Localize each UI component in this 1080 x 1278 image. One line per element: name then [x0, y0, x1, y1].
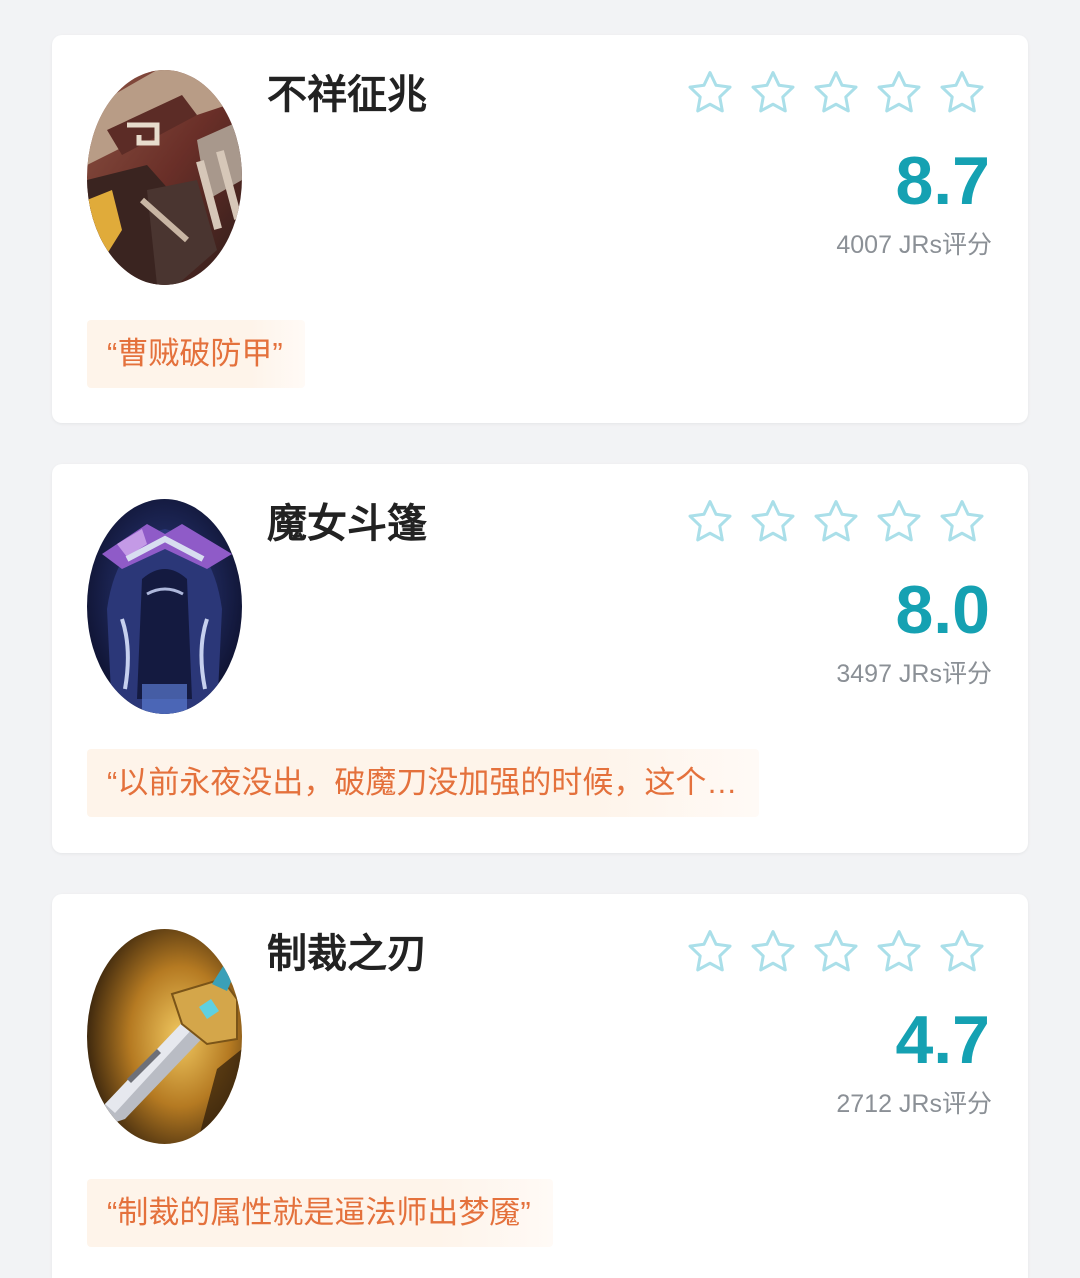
- item-card[interactable]: 魔女斗篷 8.0 3497 JRs评分 “以前永夜没出，破魔刀没加强的时候，这个…: [52, 464, 1028, 853]
- item-score: 4.7: [895, 1002, 990, 1078]
- rating-count: 4007 JRs评分: [836, 231, 992, 259]
- star-icon[interactable]: [936, 927, 988, 977]
- item-rating-list: 不祥征兆 8.7 4007 JRs评分 “曹贼破防甲” 魔女斗篷 8.0 349…: [0, 0, 1080, 1278]
- star-icon[interactable]: [810, 68, 862, 118]
- star-icon[interactable]: [747, 927, 799, 977]
- star-icon[interactable]: [810, 927, 862, 977]
- item-card[interactable]: 不祥征兆 8.7 4007 JRs评分 “曹贼破防甲”: [52, 35, 1028, 423]
- star-icon[interactable]: [936, 68, 988, 118]
- rating-stars[interactable]: [684, 927, 988, 977]
- item-name: 魔女斗篷: [267, 502, 427, 546]
- rating-count: 3497 JRs评分: [836, 660, 992, 688]
- star-icon[interactable]: [684, 927, 736, 977]
- cloak-icon: [87, 499, 242, 714]
- item-score: 8.0: [895, 572, 990, 648]
- rating-stars[interactable]: [684, 68, 988, 118]
- rating-stars[interactable]: [684, 497, 988, 547]
- item-avatar: [87, 929, 242, 1144]
- star-icon[interactable]: [684, 497, 736, 547]
- top-comment[interactable]: “曹贼破防甲”: [87, 320, 305, 388]
- star-icon[interactable]: [684, 68, 736, 118]
- sword-icon: [87, 929, 242, 1144]
- star-icon[interactable]: [747, 68, 799, 118]
- top-comment[interactable]: “制裁的属性就是逼法师出梦魇”: [87, 1179, 553, 1247]
- item-avatar: [87, 70, 242, 285]
- star-icon[interactable]: [810, 497, 862, 547]
- rating-count: 2712 JRs评分: [836, 1090, 992, 1118]
- item-avatar: [87, 499, 242, 714]
- star-icon[interactable]: [936, 497, 988, 547]
- star-icon[interactable]: [873, 68, 925, 118]
- item-card[interactable]: 制裁之刃 4.7 2712 JRs评分 “制裁的属性就是逼法师出梦魇”: [52, 894, 1028, 1278]
- star-icon[interactable]: [873, 497, 925, 547]
- top-comment[interactable]: “以前永夜没出，破魔刀没加强的时候，这个…: [87, 749, 760, 817]
- item-score: 8.7: [895, 143, 990, 219]
- item-name: 不祥征兆: [267, 73, 427, 117]
- star-icon[interactable]: [747, 497, 799, 547]
- star-icon[interactable]: [873, 927, 925, 977]
- item-name: 制裁之刃: [267, 932, 427, 976]
- armor-icon: [87, 70, 242, 285]
